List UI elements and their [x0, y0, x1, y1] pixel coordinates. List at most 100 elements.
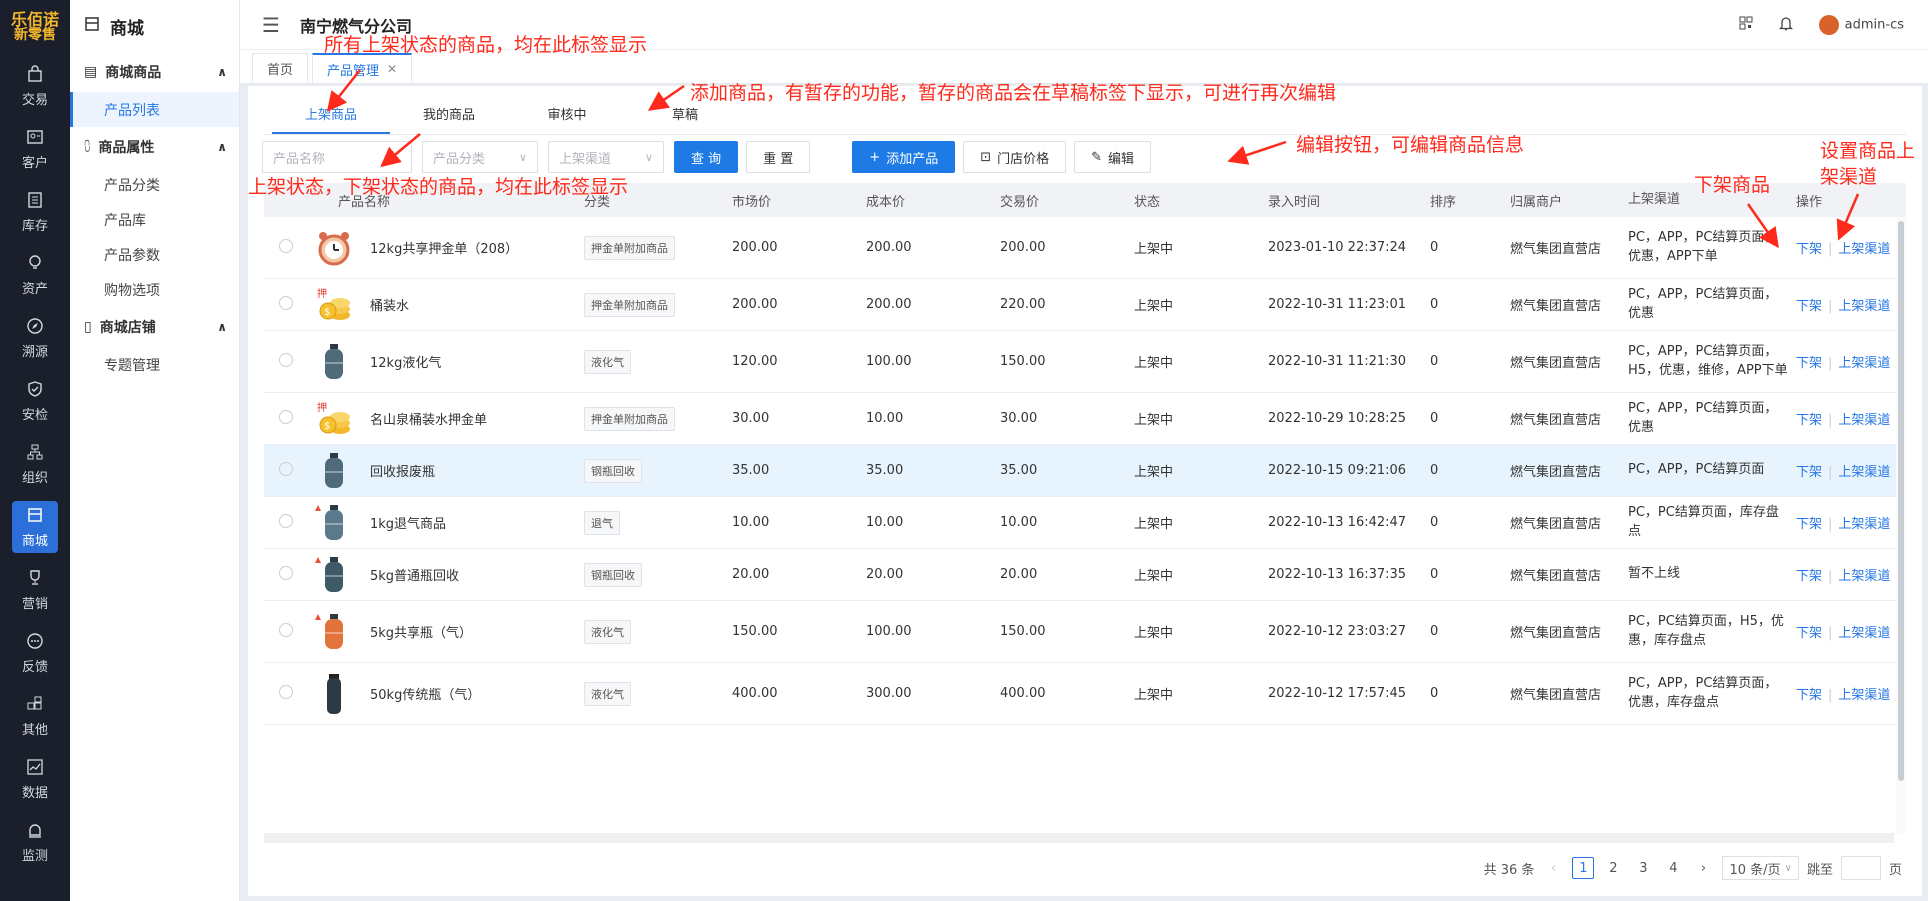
- cost-price: 10.00: [866, 411, 904, 426]
- off-shelf-link[interactable]: 下架: [1796, 465, 1822, 480]
- query-button[interactable]: 查 询: [674, 141, 739, 173]
- status-text: 上架中: [1134, 688, 1174, 703]
- channel-link[interactable]: 上架渠道: [1838, 688, 1890, 703]
- rail-item-0[interactable]: 交易: [0, 54, 70, 117]
- rail-item-6[interactable]: 组织: [0, 432, 70, 495]
- rail-item-2[interactable]: 库存: [0, 180, 70, 243]
- table-row[interactable]: 回收报废瓶 钢瓶回收 35.00 35.00 35.00 上架中 2022-10-15 09…: [264, 445, 1906, 497]
- channel-link[interactable]: 上架渠道: [1838, 569, 1890, 584]
- category-select[interactable]: 产品分类 ∨: [422, 141, 538, 173]
- off-shelf-link[interactable]: 下架: [1796, 242, 1822, 257]
- row-radio[interactable]: [279, 684, 293, 699]
- jump-label: 跳至: [1806, 862, 1833, 878]
- row-radio[interactable]: [279, 513, 293, 528]
- rail-item-4[interactable]: 溯源: [0, 306, 70, 369]
- product-thumbnail: [312, 449, 356, 493]
- rail-item-8[interactable]: 营销: [0, 558, 70, 621]
- channel-link[interactable]: 上架渠道: [1838, 242, 1890, 257]
- horizontal-scrollbar[interactable]: [264, 833, 1894, 843]
- tab-my-products[interactable]: 我的商品: [390, 98, 508, 134]
- qrcode-icon[interactable]: [1739, 16, 1753, 34]
- sidebar-item-2-0[interactable]: 专题管理: [70, 347, 239, 382]
- row-radio[interactable]: [279, 295, 293, 310]
- rail-item-11[interactable]: 数据: [0, 747, 70, 810]
- store-price-button[interactable]: ⊡ 门店价格: [963, 141, 1067, 173]
- sidebar-item-0-0[interactable]: 产品列表: [70, 92, 239, 127]
- rail-item-5[interactable]: 安检: [0, 369, 70, 432]
- rail-item-7[interactable]: 商城: [0, 495, 70, 558]
- table-row[interactable]: 5kg共享瓶（气） 液化气 150.00 100.00 150.00 上架中 2022-10…: [264, 601, 1906, 663]
- add-product-button[interactable]: + 添加产品: [852, 141, 956, 173]
- tag-home[interactable]: 首页: [252, 53, 309, 83]
- sort-value: 0: [1430, 463, 1439, 478]
- channel-select[interactable]: 上架渠道 ∨: [548, 141, 664, 173]
- collapse-menu-icon[interactable]: ☰: [262, 13, 280, 37]
- table-row[interactable]: 押 $ 桶装水 押金单附加商品 200.00 200.00 220.00 上架中 2022-10…: [264, 279, 1906, 331]
- page-3[interactable]: 3: [1632, 857, 1654, 879]
- product-name-input[interactable]: 产品名称: [262, 141, 412, 173]
- jump-page-input[interactable]: [1840, 856, 1881, 880]
- sidebar-group-1[interactable]: ⩇ 商品属性 ∧: [70, 127, 239, 167]
- sort-value: 0: [1430, 515, 1439, 530]
- channel-link[interactable]: 上架渠道: [1838, 517, 1890, 532]
- next-page-icon[interactable]: ›: [1692, 857, 1714, 879]
- sidebar-group-2[interactable]: ▯ 商城店铺 ∧: [70, 307, 239, 347]
- row-radio[interactable]: [279, 238, 293, 253]
- channel-list: PC，APP，PC结算页面，优惠: [1628, 400, 1778, 435]
- edit-button[interactable]: ✎ 编辑: [1074, 141, 1152, 173]
- row-radio[interactable]: [279, 565, 293, 580]
- tag-product-management[interactable]: 产品管理 ✕: [312, 53, 413, 83]
- page-2[interactable]: 2: [1602, 857, 1624, 879]
- sidebar-item-1-3[interactable]: 购物选项: [70, 272, 239, 307]
- bell-icon[interactable]: [1778, 16, 1793, 35]
- channel-link[interactable]: 上架渠道: [1838, 299, 1890, 314]
- rail-item-1[interactable]: 客户: [0, 117, 70, 180]
- sidebar-item-1-2[interactable]: 产品参数: [70, 237, 239, 272]
- rail-item-9[interactable]: 反馈: [0, 621, 70, 684]
- table-row[interactable]: 5kg普通瓶回收 钢瓶回收 20.00 20.00 20.00 上架中 2022-10-13…: [264, 549, 1906, 601]
- row-radio[interactable]: [279, 352, 293, 367]
- table-row[interactable]: 押 $ 名山泉桶装水押金单 押金单附加商品 30.00 10.00 30.00 上架中 2022…: [264, 393, 1906, 445]
- off-shelf-link[interactable]: 下架: [1796, 569, 1822, 584]
- table-row[interactable]: 12kg液化气 液化气 120.00 100.00 150.00 上架中 2022-10-3…: [264, 331, 1906, 393]
- row-radio[interactable]: [279, 622, 293, 637]
- product-thumbnail: [312, 340, 356, 384]
- channel-link[interactable]: 上架渠道: [1838, 413, 1890, 428]
- channel-link[interactable]: 上架渠道: [1838, 626, 1890, 641]
- rail-item-12[interactable]: 监测: [0, 810, 70, 873]
- table-row[interactable]: 12kg共享押金单（208） 押金单附加商品 200.00 200.00 200.00 上…: [264, 217, 1906, 279]
- row-radio[interactable]: [279, 409, 293, 424]
- vertical-scrollbar[interactable]: [1896, 217, 1906, 833]
- row-radio[interactable]: [279, 461, 293, 476]
- sidebar-item-1-0[interactable]: 产品分类: [70, 167, 239, 202]
- page-4[interactable]: 4: [1662, 857, 1684, 879]
- off-shelf-link[interactable]: 下架: [1796, 517, 1822, 532]
- scroll-thumb[interactable]: [1898, 221, 1904, 781]
- off-shelf-link[interactable]: 下架: [1796, 413, 1822, 428]
- reset-button[interactable]: 重 置: [746, 141, 811, 173]
- rail-item-3[interactable]: 资产: [0, 243, 70, 306]
- close-icon[interactable]: ✕: [387, 62, 397, 76]
- pencil-icon: ✎: [1091, 149, 1103, 165]
- page-1[interactable]: 1: [1572, 857, 1595, 879]
- page-size-select[interactable]: 10 条/页 ∨: [1722, 856, 1799, 880]
- brand-line1: 乐佰诺: [10, 9, 59, 29]
- off-shelf-link[interactable]: 下架: [1796, 356, 1822, 371]
- tag-current-label: 产品管理: [327, 63, 380, 79]
- prev-page-icon[interactable]: ‹: [1542, 857, 1564, 879]
- channel-link[interactable]: 上架渠道: [1838, 356, 1890, 371]
- off-shelf-link[interactable]: 下架: [1796, 626, 1822, 641]
- rail-label: 数据: [21, 786, 48, 801]
- channel-link[interactable]: 上架渠道: [1838, 465, 1890, 480]
- sidebar-group-0[interactable]: ▤ 商城商品 ∧: [70, 52, 239, 92]
- off-shelf-link[interactable]: 下架: [1796, 299, 1822, 314]
- tab-listed[interactable]: 上架商品: [272, 98, 390, 134]
- table-row[interactable]: 1kg退气商品 退气 10.00 10.00 10.00 上架中 2022-10-13 16…: [264, 497, 1906, 549]
- table-row[interactable]: 50kg传统瓶（气） 液化气 400.00 300.00 400.00 上架中 2022-1…: [264, 663, 1906, 725]
- tab-reviewing[interactable]: 审核中: [508, 98, 626, 134]
- sidebar-item-1-1[interactable]: 产品库: [70, 202, 239, 237]
- rail-label: 客户: [21, 156, 48, 171]
- rail-item-10[interactable]: 其他: [0, 684, 70, 747]
- off-shelf-link[interactable]: 下架: [1796, 688, 1822, 703]
- user-menu[interactable]: admin-cs: [1818, 15, 1904, 35]
